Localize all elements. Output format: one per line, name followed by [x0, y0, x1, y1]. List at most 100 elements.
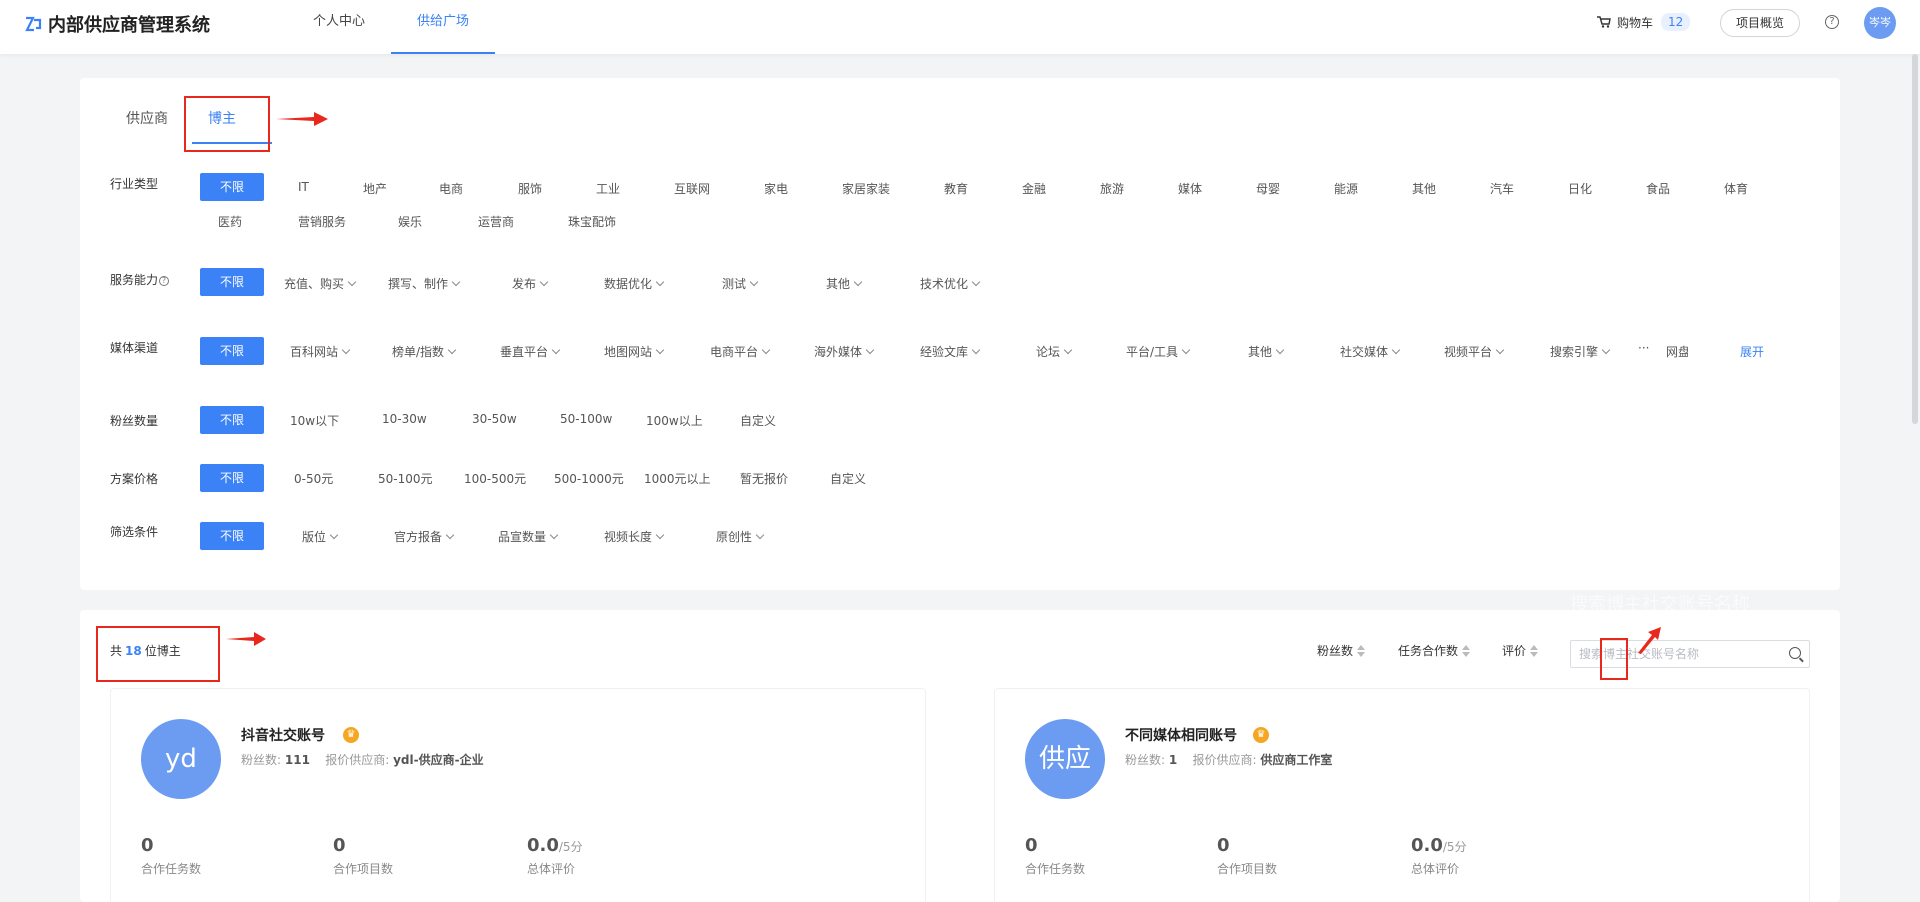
sort-by-tasks[interactable]: 任务合作数	[1398, 642, 1471, 659]
industry-option[interactable]: 服饰	[518, 180, 542, 197]
media-option-dropdown[interactable]: 百科网站	[290, 343, 351, 360]
industry-option[interactable]: 旅游	[1100, 180, 1124, 197]
screen-all-button[interactable]: 不限	[200, 522, 264, 550]
media-option-dropdown[interactable]: 榜单/指数	[392, 343, 457, 360]
media-option-dropdown[interactable]: 地图网站	[604, 343, 665, 360]
price-option[interactable]: 500-1000元	[554, 470, 624, 487]
screen-option-dropdown[interactable]: 品宣数量	[498, 528, 559, 545]
price-all-button[interactable]: 不限	[200, 464, 264, 492]
sort-by-fans[interactable]: 粉丝数	[1317, 642, 1366, 659]
industry-option[interactable]: 媒体	[1178, 180, 1202, 197]
service-option-dropdown[interactable]: 数据优化	[604, 275, 665, 292]
industry-option[interactable]: 母婴	[1256, 180, 1280, 197]
media-option-dropdown[interactable]: 垂直平台	[500, 343, 561, 360]
chevron-down-icon	[865, 345, 875, 355]
industry-all-button[interactable]: 不限	[200, 173, 264, 201]
service-option-dropdown[interactable]: 充值、购买	[284, 275, 357, 292]
blogger-name[interactable]: 不同媒体相同账号	[1125, 725, 1237, 745]
industry-option[interactable]: 互联网	[674, 180, 710, 197]
chevron-down-icon	[755, 530, 765, 540]
media-option-dropdown[interactable]: 电商平台	[710, 343, 771, 360]
industry-option[interactable]: 其他	[1412, 180, 1436, 197]
screen-option-dropdown[interactable]: 版位	[302, 528, 339, 545]
fans-option[interactable]: 50-100w	[560, 412, 612, 426]
industry-option[interactable]: 日化	[1568, 180, 1592, 197]
industry-option[interactable]: 工业	[596, 180, 620, 197]
service-label: 服务能力?	[110, 271, 170, 288]
crown-icon: ♛	[343, 727, 359, 743]
industry-option[interactable]: 运营商	[478, 213, 514, 230]
media-option-dropdown[interactable]: 论坛	[1036, 343, 1073, 360]
fans-option[interactable]: 10-30w	[382, 412, 427, 426]
service-help-icon[interactable]: ?	[159, 276, 170, 286]
blogger-name[interactable]: 抖音社交账号	[241, 725, 325, 745]
media-option-truncated[interactable]: 网盘	[1666, 343, 1688, 360]
price-option[interactable]: 1000元以上	[644, 470, 711, 487]
tab-supplier[interactable]: 供应商	[126, 108, 168, 128]
screen-option-dropdown[interactable]: 官方报备	[394, 528, 455, 545]
industry-option[interactable]: 家居家装	[842, 180, 890, 197]
price-option[interactable]: 暂无报价	[740, 470, 788, 487]
industry-option[interactable]: 营销服务	[298, 213, 346, 230]
nav-supply-square[interactable]: 供给广场	[391, 0, 495, 54]
user-avatar[interactable]: 岑岑	[1864, 7, 1896, 39]
industry-option[interactable]: 能源	[1334, 180, 1358, 197]
service-option-dropdown[interactable]: 测试	[722, 275, 759, 292]
service-option-dropdown[interactable]: 其他	[826, 275, 863, 292]
price-option[interactable]: 100-500元	[464, 470, 526, 487]
media-option-dropdown[interactable]: 视频平台	[1444, 343, 1505, 360]
stat-rating: 0.0/5分 总体评价	[527, 835, 583, 876]
media-expand-link[interactable]: 展开	[1740, 343, 1764, 360]
app-logo[interactable]: 内部供应商管理系统	[24, 11, 210, 37]
cart-button[interactable]: 购物车 12	[1597, 13, 1691, 31]
nav-personal-center[interactable]: 个人中心	[304, 0, 374, 54]
blogger-avatar: 供应	[1025, 719, 1105, 799]
screen-option-dropdown[interactable]: 视频长度	[604, 528, 665, 545]
fans-option[interactable]: 10w以下	[290, 412, 339, 429]
sort-by-rating[interactable]: 评价	[1502, 642, 1539, 659]
project-overview-button[interactable]: 项目概览	[1720, 9, 1801, 37]
blogger-card[interactable]: 供应 不同媒体相同账号 ♛ 粉丝数: 1 报价供应商: 供应商工作室 0 合作任…	[994, 688, 1810, 902]
industry-option[interactable]: 体育	[1724, 180, 1748, 197]
fans-option[interactable]: 100w以上	[646, 412, 703, 429]
price-option[interactable]: 自定义	[830, 470, 866, 487]
industry-option[interactable]: IT	[298, 180, 309, 194]
media-option-dropdown[interactable]: 搜索引擎	[1550, 343, 1611, 360]
fans-label: 粉丝数量	[110, 414, 159, 428]
blogger-card[interactable]: yd 抖音社交账号 ♛ 粉丝数: 111 报价供应商: ydl-供应商-企业 0…	[110, 688, 926, 902]
search-icon[interactable]	[1789, 647, 1801, 659]
media-option-dropdown[interactable]: 其他	[1248, 343, 1285, 360]
industry-option[interactable]: 家电	[764, 180, 788, 197]
media-all-button[interactable]: 不限	[200, 337, 264, 365]
service-option-dropdown[interactable]: 技术优化	[920, 275, 981, 292]
page-scrollbar[interactable]	[1912, 54, 1918, 424]
industry-option[interactable]: 金融	[1022, 180, 1046, 197]
media-option-dropdown[interactable]: 经验文库	[920, 343, 981, 360]
screen-label: 筛选条件	[110, 525, 159, 539]
industry-option[interactable]: 电商	[439, 180, 463, 197]
chevron-down-icon	[749, 277, 759, 287]
industry-option[interactable]: 娱乐	[398, 213, 422, 230]
industry-option[interactable]: 医药	[218, 213, 242, 230]
industry-option[interactable]: 教育	[944, 180, 968, 197]
fans-option[interactable]: 自定义	[740, 412, 776, 429]
sort-arrows-icon	[1357, 644, 1366, 657]
fans-all-button[interactable]: 不限	[200, 406, 264, 434]
fans-option[interactable]: 30-50w	[472, 412, 517, 426]
industry-option[interactable]: 地产	[363, 180, 387, 197]
service-all-button[interactable]: 不限	[200, 268, 264, 296]
media-option-dropdown[interactable]: 海外媒体	[814, 343, 875, 360]
service-option-dropdown[interactable]: 撰写、制作	[388, 275, 461, 292]
price-option[interactable]: 0-50元	[294, 470, 333, 487]
service-option-dropdown[interactable]: 发布	[512, 275, 549, 292]
industry-option[interactable]: 食品	[1646, 180, 1670, 197]
screen-option-dropdown[interactable]: 原创性	[716, 528, 765, 545]
media-option-dropdown[interactable]: 社交媒体	[1340, 343, 1401, 360]
industry-option[interactable]: 珠宝配饰	[568, 213, 616, 230]
stat-projects: 0 合作项目数	[333, 835, 394, 876]
industry-label: 行业类型	[110, 177, 159, 191]
industry-option[interactable]: 汽车	[1490, 180, 1514, 197]
price-option[interactable]: 50-100元	[378, 470, 433, 487]
help-icon[interactable]: ?	[1825, 15, 1839, 29]
media-option-dropdown[interactable]: 平台/工具	[1126, 343, 1191, 360]
